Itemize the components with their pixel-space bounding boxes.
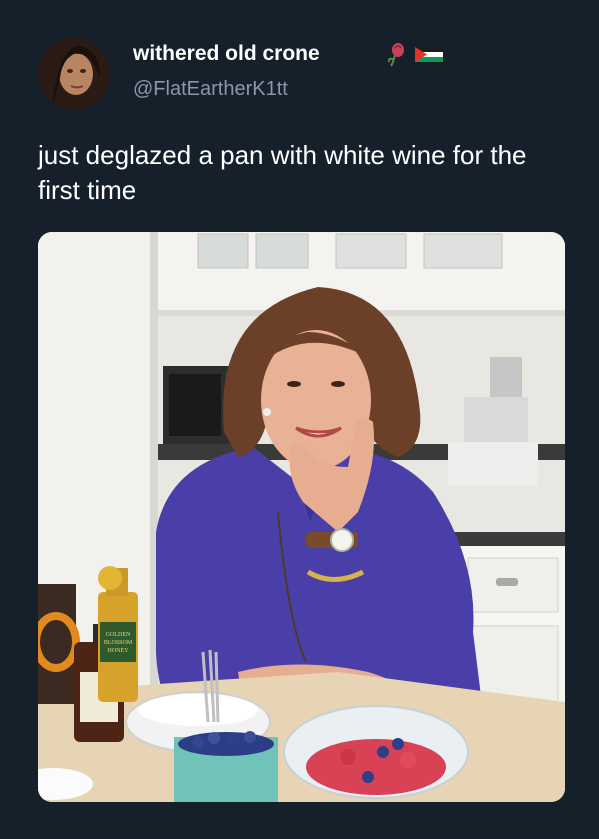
rose-icon — [387, 43, 404, 67]
avatar-photo — [38, 38, 110, 110]
avatar[interactable] — [38, 38, 110, 110]
kitchen-photo: GOLDEN BLOSSOM HONEY — [38, 232, 565, 802]
palestine-flag-icon — [415, 47, 443, 62]
display-name[interactable]: withered old crone — [133, 42, 320, 66]
user-handle[interactable]: @FlatEartherK1tt — [133, 78, 288, 101]
tweet-image[interactable]: GOLDEN BLOSSOM HONEY — [38, 232, 565, 802]
tweet-text: just deglazed a pan with white wine for … — [38, 140, 527, 205]
food-processor — [490, 357, 522, 397]
svg-text:HONEY: HONEY — [108, 648, 130, 654]
honey-label-text: GOLDEN — [106, 632, 131, 638]
svg-text:BLOSSOM: BLOSSOM — [104, 640, 133, 646]
name-emoji-group — [387, 43, 443, 67]
